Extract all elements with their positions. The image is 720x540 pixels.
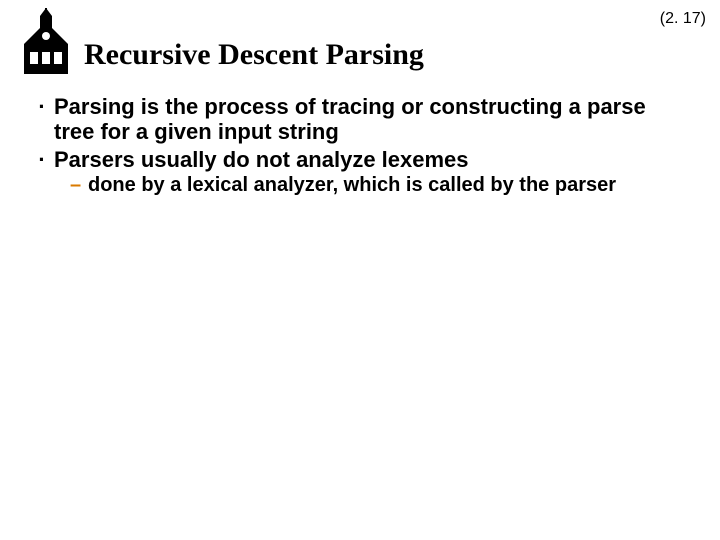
- logo-icon: [18, 8, 74, 80]
- bullet-dot-icon: ·: [30, 147, 54, 172]
- slide-title: Recursive Descent Parsing: [84, 38, 424, 71]
- sub-dash-icon: –: [70, 174, 88, 197]
- slide: (2. 17) Recursive Descent Parsing ·: [0, 0, 720, 540]
- bullet-item: · Parsers usually do not analyze lexemes: [30, 147, 690, 172]
- bullet-item: · Parsing is the process of tracing or c…: [30, 94, 690, 145]
- bullet-dot-icon: ·: [30, 94, 54, 145]
- header: Recursive Descent Parsing: [18, 8, 424, 80]
- sub-bullet-item: – done by a lexical analyzer, which is c…: [70, 174, 690, 197]
- bullet-text: Parsing is the process of tracing or con…: [54, 94, 690, 145]
- bullet-text: Parsers usually do not analyze lexemes: [54, 147, 690, 172]
- body: · Parsing is the process of tracing or c…: [30, 94, 690, 197]
- page-number: (2. 17): [660, 10, 706, 28]
- sub-bullet-text: done by a lexical analyzer, which is cal…: [88, 174, 690, 197]
